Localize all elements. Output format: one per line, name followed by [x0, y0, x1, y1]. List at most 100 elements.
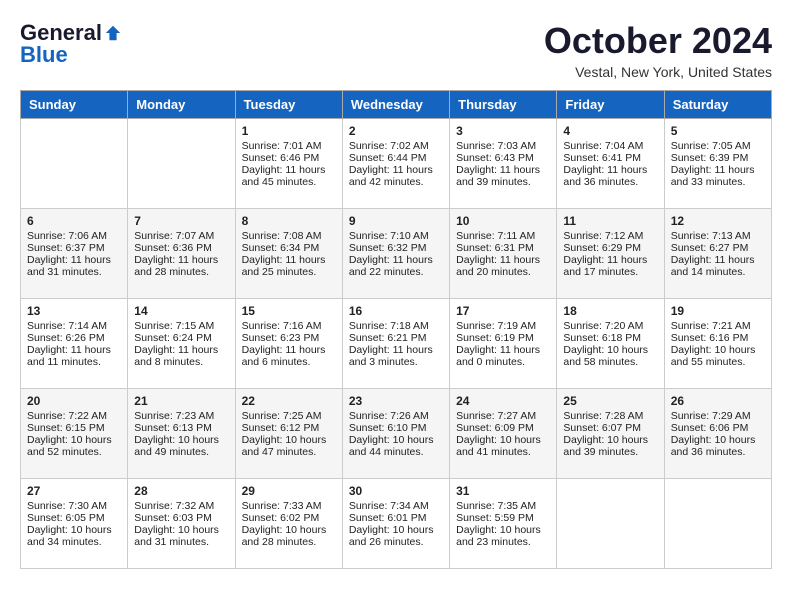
day-info: and 0 minutes.: [456, 356, 550, 368]
calendar-cell: [128, 119, 235, 209]
day-info: Sunrise: 7:03 AM: [456, 140, 550, 152]
header-sunday: Sunday: [21, 91, 128, 119]
day-info: Sunrise: 7:22 AM: [27, 410, 121, 422]
day-info: Sunrise: 7:30 AM: [27, 500, 121, 512]
day-info: and 8 minutes.: [134, 356, 228, 368]
weekday-header-row: Sunday Monday Tuesday Wednesday Thursday…: [21, 91, 772, 119]
day-number: 3: [456, 124, 550, 138]
day-info: Daylight: 11 hours: [242, 344, 336, 356]
calendar-cell: 25Sunrise: 7:28 AMSunset: 6:07 PMDayligh…: [557, 389, 664, 479]
calendar-cell: 10Sunrise: 7:11 AMSunset: 6:31 PMDayligh…: [450, 209, 557, 299]
day-info: and 14 minutes.: [671, 266, 765, 278]
day-number: 27: [27, 484, 121, 498]
location-subtitle: Vestal, New York, United States: [544, 64, 772, 80]
day-info: Sunset: 6:15 PM: [27, 422, 121, 434]
day-info: Sunset: 6:27 PM: [671, 242, 765, 254]
day-info: and 17 minutes.: [563, 266, 657, 278]
calendar-cell: 26Sunrise: 7:29 AMSunset: 6:06 PMDayligh…: [664, 389, 771, 479]
day-info: Daylight: 11 hours: [27, 344, 121, 356]
day-info: Sunset: 6:18 PM: [563, 332, 657, 344]
day-number: 5: [671, 124, 765, 138]
header-saturday: Saturday: [664, 91, 771, 119]
day-info: Daylight: 10 hours: [134, 434, 228, 446]
day-info: Sunrise: 7:05 AM: [671, 140, 765, 152]
day-info: Daylight: 11 hours: [134, 254, 228, 266]
day-info: Daylight: 10 hours: [349, 524, 443, 536]
day-info: Sunset: 6:01 PM: [349, 512, 443, 524]
day-info: Sunset: 6:09 PM: [456, 422, 550, 434]
day-info: Sunrise: 7:06 AM: [27, 230, 121, 242]
day-info: Sunset: 6:19 PM: [456, 332, 550, 344]
day-info: and 23 minutes.: [456, 536, 550, 548]
day-number: 16: [349, 304, 443, 318]
day-info: and 39 minutes.: [456, 176, 550, 188]
day-info: Sunset: 6:23 PM: [242, 332, 336, 344]
day-info: Sunrise: 7:12 AM: [563, 230, 657, 242]
day-info: Daylight: 10 hours: [134, 524, 228, 536]
day-number: 19: [671, 304, 765, 318]
day-number: 8: [242, 214, 336, 228]
day-number: 22: [242, 394, 336, 408]
day-number: 18: [563, 304, 657, 318]
logo-blue-text: Blue: [20, 42, 68, 68]
day-info: Daylight: 11 hours: [27, 254, 121, 266]
calendar-cell: 20Sunrise: 7:22 AMSunset: 6:15 PMDayligh…: [21, 389, 128, 479]
day-info: Sunrise: 7:13 AM: [671, 230, 765, 242]
day-info: Sunset: 6:31 PM: [456, 242, 550, 254]
day-info: Daylight: 11 hours: [242, 164, 336, 176]
day-info: Sunrise: 7:33 AM: [242, 500, 336, 512]
week-row-3: 13Sunrise: 7:14 AMSunset: 6:26 PMDayligh…: [21, 299, 772, 389]
day-info: Sunrise: 7:32 AM: [134, 500, 228, 512]
day-info: Sunrise: 7:15 AM: [134, 320, 228, 332]
day-number: 24: [456, 394, 550, 408]
day-info: Daylight: 10 hours: [242, 434, 336, 446]
day-info: Daylight: 10 hours: [242, 524, 336, 536]
day-info: and 36 minutes.: [563, 176, 657, 188]
day-info: Daylight: 11 hours: [349, 254, 443, 266]
day-number: 21: [134, 394, 228, 408]
day-info: Sunset: 6:21 PM: [349, 332, 443, 344]
day-info: Sunset: 6:36 PM: [134, 242, 228, 254]
day-info: Daylight: 11 hours: [563, 254, 657, 266]
day-info: Daylight: 10 hours: [671, 344, 765, 356]
calendar-cell: 29Sunrise: 7:33 AMSunset: 6:02 PMDayligh…: [235, 479, 342, 569]
week-row-4: 20Sunrise: 7:22 AMSunset: 6:15 PMDayligh…: [21, 389, 772, 479]
day-info: and 34 minutes.: [27, 536, 121, 548]
day-number: 4: [563, 124, 657, 138]
day-info: Sunrise: 7:14 AM: [27, 320, 121, 332]
day-info: Sunrise: 7:18 AM: [349, 320, 443, 332]
day-info: Sunrise: 7:19 AM: [456, 320, 550, 332]
day-info: Sunset: 6:10 PM: [349, 422, 443, 434]
calendar-cell: 9Sunrise: 7:10 AMSunset: 6:32 PMDaylight…: [342, 209, 449, 299]
header-tuesday: Tuesday: [235, 91, 342, 119]
day-info: Sunset: 6:32 PM: [349, 242, 443, 254]
day-info: and 49 minutes.: [134, 446, 228, 458]
calendar-cell: 14Sunrise: 7:15 AMSunset: 6:24 PMDayligh…: [128, 299, 235, 389]
day-info: and 31 minutes.: [134, 536, 228, 548]
calendar-cell: 11Sunrise: 7:12 AMSunset: 6:29 PMDayligh…: [557, 209, 664, 299]
title-section: October 2024 Vestal, New York, United St…: [544, 20, 772, 80]
logo: General Blue: [20, 20, 122, 68]
day-info: Sunset: 6:43 PM: [456, 152, 550, 164]
calendar-cell: 30Sunrise: 7:34 AMSunset: 6:01 PMDayligh…: [342, 479, 449, 569]
calendar-cell: [664, 479, 771, 569]
day-info: Daylight: 11 hours: [134, 344, 228, 356]
day-info: Sunset: 6:46 PM: [242, 152, 336, 164]
day-info: Sunset: 6:13 PM: [134, 422, 228, 434]
day-info: and 36 minutes.: [671, 446, 765, 458]
calendar-cell: 1Sunrise: 7:01 AMSunset: 6:46 PMDaylight…: [235, 119, 342, 209]
day-info: Sunrise: 7:21 AM: [671, 320, 765, 332]
day-number: 1: [242, 124, 336, 138]
day-info: Sunset: 6:26 PM: [27, 332, 121, 344]
day-info: Sunset: 6:16 PM: [671, 332, 765, 344]
month-title: October 2024: [544, 20, 772, 62]
day-info: Daylight: 10 hours: [671, 434, 765, 446]
day-info: Sunset: 6:03 PM: [134, 512, 228, 524]
calendar-table: Sunday Monday Tuesday Wednesday Thursday…: [20, 90, 772, 569]
calendar-cell: 28Sunrise: 7:32 AMSunset: 6:03 PMDayligh…: [128, 479, 235, 569]
day-info: Sunset: 6:06 PM: [671, 422, 765, 434]
day-info: and 20 minutes.: [456, 266, 550, 278]
calendar-cell: 5Sunrise: 7:05 AMSunset: 6:39 PMDaylight…: [664, 119, 771, 209]
calendar-cell: 4Sunrise: 7:04 AMSunset: 6:41 PMDaylight…: [557, 119, 664, 209]
day-info: Sunrise: 7:16 AM: [242, 320, 336, 332]
